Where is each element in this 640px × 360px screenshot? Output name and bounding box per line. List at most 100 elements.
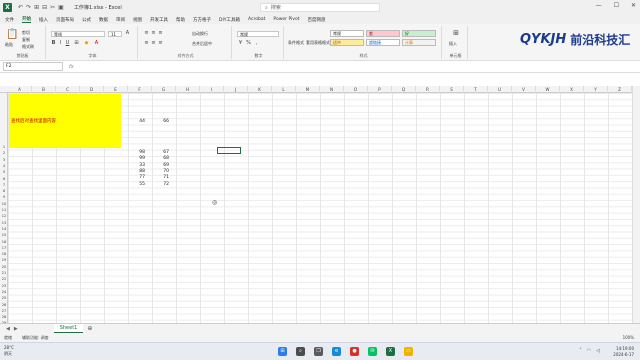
column-header[interactable]: B <box>32 86 56 93</box>
weather-widget[interactable]: 28°C 阴天 <box>4 345 14 357</box>
row-header[interactable]: 9 <box>0 195 8 199</box>
tab-developer[interactable]: 开发工具 <box>150 17 168 23</box>
cell-value[interactable]: 70 <box>149 169 169 174</box>
font-color-icon[interactable]: A <box>94 41 99 46</box>
cell-value[interactable]: 88 <box>125 169 145 174</box>
wifi-icon[interactable]: ◠ <box>587 348 591 354</box>
column-header[interactable]: H <box>176 86 200 93</box>
style-calculation[interactable]: 计算 <box>402 39 436 46</box>
column-header[interactable]: Z <box>608 86 632 93</box>
column-header[interactable]: Y <box>584 86 608 93</box>
align-center-icon[interactable]: ≡ <box>151 41 156 46</box>
search-icon[interactable]: ⌕ <box>296 347 305 356</box>
row-header[interactable]: 4 <box>0 164 8 168</box>
style-neutral[interactable]: 适中 <box>330 39 364 46</box>
minimize-icon[interactable]: — <box>596 2 602 9</box>
tab-page-layout[interactable]: 页面布局 <box>56 17 74 23</box>
copy-button[interactable]: 复制 <box>22 37 30 43</box>
row-header[interactable]: 15 <box>0 233 8 237</box>
search-input[interactable]: ⌕ 搜索 <box>260 3 380 12</box>
font-name-select[interactable]: 等线 <box>51 31 105 37</box>
column-header[interactable]: V <box>512 86 536 93</box>
tab-file[interactable]: 文件 <box>5 17 14 23</box>
style-good[interactable]: 好 <box>402 30 436 37</box>
grow-font-icon[interactable]: A <box>125 31 130 36</box>
explorer-icon[interactable]: ▭ <box>404 347 413 356</box>
edge-icon[interactable]: e <box>332 347 341 356</box>
sheet-nav-left-icon[interactable]: ◀ <box>6 326 10 332</box>
column-header[interactable]: O <box>344 86 368 93</box>
tab-review[interactable]: 审阅 <box>116 17 125 23</box>
cell-value[interactable]: 77 <box>125 175 145 180</box>
column-header[interactable]: Q <box>392 86 416 93</box>
selected-cell[interactable] <box>217 147 241 154</box>
row-header[interactable]: 11 <box>0 208 8 212</box>
cell-value[interactable]: 66 <box>149 119 169 124</box>
paste-button[interactable]: 粘贴 <box>5 42 13 48</box>
wechat-icon[interactable]: ✉ <box>368 347 377 356</box>
row-header[interactable]: 18 <box>0 252 8 256</box>
insert-cells-icon[interactable]: ⊞ <box>452 30 460 39</box>
style-normal[interactable]: 常规 <box>330 30 364 37</box>
cell-value[interactable]: 67 <box>149 150 169 155</box>
column-header[interactable]: I <box>200 86 224 93</box>
row-header[interactable]: 8 <box>0 189 8 193</box>
table-icon[interactable]: ⊟ <box>42 4 47 11</box>
font-size-select[interactable]: 11 <box>108 31 122 37</box>
row-header[interactable]: 26 <box>0 303 8 307</box>
column-header[interactable]: A <box>8 86 32 93</box>
comma-icon[interactable]: , <box>254 41 259 46</box>
column-header[interactable]: S <box>440 86 464 93</box>
column-header[interactable]: R <box>416 86 440 93</box>
row-header[interactable]: 24 <box>0 290 8 294</box>
row-header[interactable]: 1 <box>0 145 8 149</box>
row-header[interactable]: 12 <box>0 214 8 218</box>
column-header[interactable]: E <box>104 86 128 93</box>
tab-insert[interactable]: 插入 <box>39 17 48 23</box>
row-header[interactable]: 28 <box>0 315 8 319</box>
sheet-tab[interactable]: Sheet1 <box>53 323 84 334</box>
underline-icon[interactable]: U <box>65 41 70 46</box>
row-header[interactable]: 19 <box>0 258 8 262</box>
row-header[interactable]: 6 <box>0 177 8 181</box>
column-header[interactable]: G <box>152 86 176 93</box>
cell-value[interactable]: 98 <box>125 150 145 155</box>
cell-value[interactable]: 33 <box>125 163 145 168</box>
column-header[interactable]: L <box>272 86 296 93</box>
tab-ffgz[interactable]: 方方格子 <box>193 17 211 23</box>
row-header[interactable]: 16 <box>0 240 8 244</box>
currency-icon[interactable]: ¥ <box>238 41 243 46</box>
row-header[interactable]: 25 <box>0 296 8 300</box>
accessibility-status[interactable]: 辅助功能: 调查 <box>22 335 49 341</box>
align-bottom-icon[interactable]: ≡ <box>158 31 163 36</box>
cell-value[interactable]: 99 <box>125 156 145 161</box>
column-header[interactable]: F <box>128 86 152 93</box>
row-header[interactable]: 21 <box>0 271 8 275</box>
cell-value[interactable]: 69 <box>149 163 169 168</box>
format-as-table-button[interactable]: 套用表格格式 <box>306 40 330 46</box>
row-header[interactable]: 2 <box>0 151 8 155</box>
style-bad[interactable]: 差 <box>366 30 400 37</box>
start-icon[interactable]: ⊞ <box>278 347 287 356</box>
paste-icon[interactable]: 📋 <box>6 30 18 40</box>
maximize-icon[interactable]: ☐ <box>614 2 619 9</box>
format-painter-button[interactable]: 格式刷 <box>22 44 34 50</box>
row-header[interactable]: 10 <box>0 202 8 206</box>
name-box[interactable]: F2 <box>3 62 63 71</box>
save-icon[interactable]: ↶ <box>18 4 23 11</box>
clock[interactable]: 14:19:00 2024-6-17 <box>613 346 634 358</box>
cut-button[interactable]: 剪切 <box>22 30 30 36</box>
align-left-icon[interactable]: ≡ <box>144 41 149 46</box>
row-header[interactable]: 17 <box>0 246 8 250</box>
row-header[interactable]: 3 <box>0 158 8 162</box>
column-header[interactable]: T <box>464 86 488 93</box>
row-header[interactable]: 13 <box>0 221 8 225</box>
align-top-icon[interactable]: ≡ <box>144 31 149 36</box>
cut-icon[interactable]: ✂ <box>50 4 55 11</box>
column-header[interactable]: D <box>80 86 104 93</box>
column-header[interactable]: U <box>488 86 512 93</box>
column-header[interactable]: M <box>296 86 320 93</box>
column-header[interactable]: K <box>248 86 272 93</box>
tab-baidu[interactable]: 百度网盘 <box>308 17 326 23</box>
conditional-format-button[interactable]: 条件格式 <box>288 40 304 46</box>
